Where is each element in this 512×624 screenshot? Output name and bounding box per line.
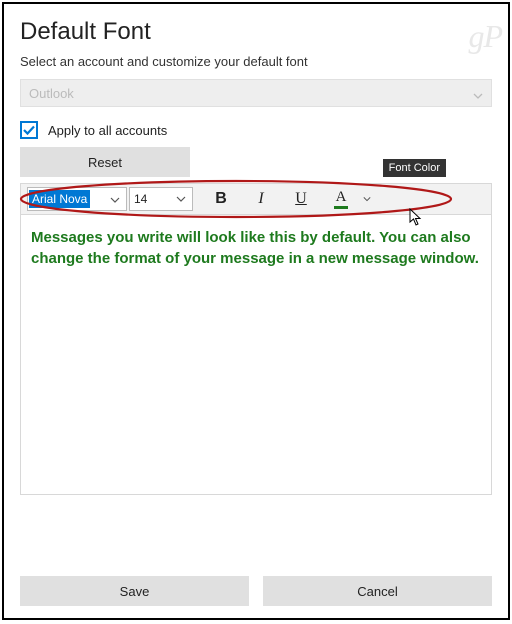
- font-size-value: 14: [134, 192, 147, 206]
- apply-all-checkbox[interactable]: [20, 121, 38, 139]
- font-color-dropdown[interactable]: [361, 184, 373, 214]
- bold-button[interactable]: B: [201, 184, 241, 214]
- account-dropdown-value: Outlook: [29, 86, 74, 101]
- page-title: Default Font: [20, 18, 492, 46]
- font-name-value: Arial Nova: [29, 190, 90, 208]
- reset-button[interactable]: Reset: [20, 147, 190, 177]
- subtitle: Select an account and customize your def…: [20, 54, 492, 69]
- font-color-icon: A: [334, 190, 348, 209]
- font-size-dropdown[interactable]: 14: [129, 187, 193, 211]
- chevron-down-icon: [176, 193, 190, 207]
- underline-button[interactable]: U: [281, 184, 321, 214]
- font-color-tooltip: Font Color: [383, 159, 446, 177]
- font-color-button[interactable]: A: [321, 184, 361, 214]
- account-dropdown[interactable]: Outlook: [20, 79, 492, 107]
- save-button[interactable]: Save: [20, 576, 249, 606]
- chevron-down-icon: [363, 195, 371, 203]
- apply-all-label: Apply to all accounts: [48, 123, 167, 138]
- preview-text: Messages you write will look like this b…: [31, 227, 481, 269]
- chevron-down-icon: [110, 193, 124, 207]
- checkmark-icon: [22, 123, 36, 137]
- italic-button[interactable]: I: [241, 184, 281, 214]
- preview-area[interactable]: Messages you write will look like this b…: [20, 215, 492, 495]
- font-name-dropdown[interactable]: Arial Nova: [27, 187, 127, 211]
- format-toolbar: Arial Nova 14 B I U A: [20, 183, 492, 215]
- chevron-down-icon: [473, 89, 483, 104]
- cancel-button[interactable]: Cancel: [263, 576, 492, 606]
